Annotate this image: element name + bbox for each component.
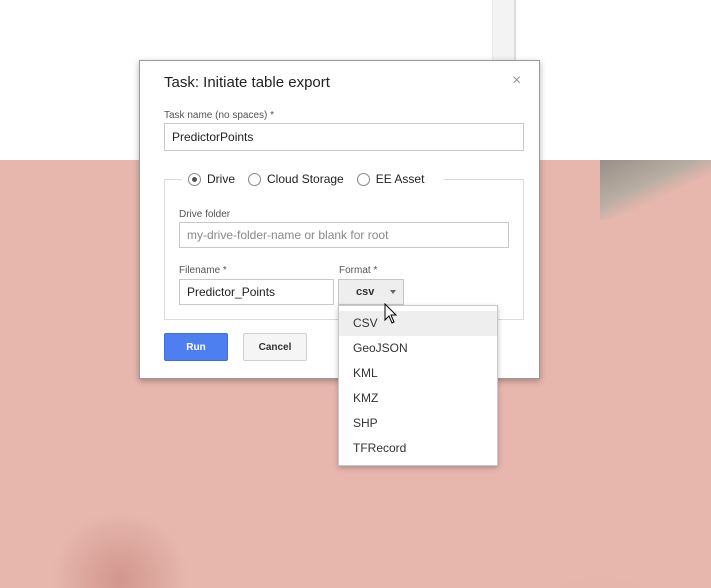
format-select[interactable]: csv xyxy=(338,279,404,305)
format-label: Format * xyxy=(339,265,378,276)
task-name-input[interactable]: PredictorPoints xyxy=(164,123,524,151)
menu-item-shp[interactable]: SHP xyxy=(339,411,497,436)
drive-folder-input[interactable]: my-drive-folder-name or blank for root xyxy=(179,222,509,248)
cancel-button[interactable]: Cancel xyxy=(243,333,307,361)
radio-cloud-storage[interactable]: Cloud Storage xyxy=(248,172,344,186)
radio-label-ee-asset: EE Asset xyxy=(375,172,425,186)
filename-label: Filename * xyxy=(179,265,227,276)
mouse-pointer-icon xyxy=(384,303,398,324)
destination-radio-group: Drive Cloud Storage EE Asset xyxy=(182,169,444,189)
radio-button-cloud-storage[interactable] xyxy=(248,172,262,186)
menu-item-geojson[interactable]: GeoJSON xyxy=(339,336,497,361)
task-name-label: Task name (no spaces) * xyxy=(164,110,275,121)
run-button[interactable]: Run xyxy=(164,333,228,361)
map-terrain-area xyxy=(600,160,711,220)
radio-label-drive: Drive xyxy=(207,172,236,186)
menu-item-kml[interactable]: KML xyxy=(339,361,497,386)
dialog-title: Task: Initiate table export xyxy=(164,74,330,91)
format-select-value: csv xyxy=(356,286,375,298)
radio-label-cloud-storage: Cloud Storage xyxy=(267,172,344,186)
close-icon[interactable]: × xyxy=(512,72,521,90)
drive-folder-label: Drive folder xyxy=(179,209,231,220)
menu-item-kmz[interactable]: KMZ xyxy=(339,386,497,411)
filename-input[interactable]: Predictor_Points xyxy=(179,279,334,305)
menu-item-csv[interactable]: CSV xyxy=(339,311,497,336)
chevron-down-icon xyxy=(390,290,396,294)
menu-item-tfrecord[interactable]: TFRecord xyxy=(339,436,497,461)
radio-ee-asset[interactable]: EE Asset xyxy=(356,172,425,186)
radio-drive[interactable]: Drive xyxy=(188,172,235,186)
radio-button-ee-asset[interactable] xyxy=(356,172,370,186)
radio-button-drive[interactable] xyxy=(188,172,201,186)
format-dropdown-menu: CSV GeoJSON KML KMZ SHP TFRecord xyxy=(338,305,498,466)
